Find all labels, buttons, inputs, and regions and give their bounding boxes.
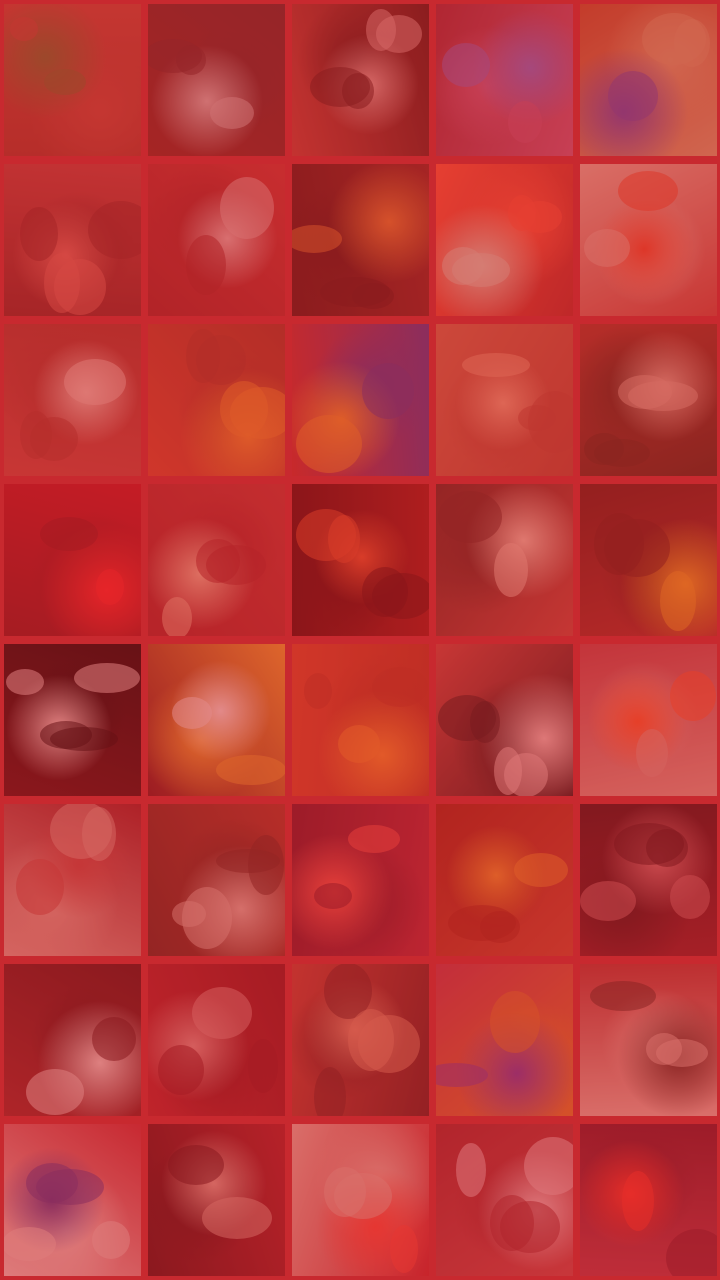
photo-tile-car-door-handle <box>148 964 285 1116</box>
photo-tile-grated-carrots <box>436 804 573 956</box>
photo-image <box>590 981 708 1067</box>
photo-tile-colorful-umbrella <box>436 964 573 1116</box>
photo-tile-child-in-box <box>292 1124 429 1276</box>
photo-tile-flower-window-box <box>148 164 285 316</box>
photo-image <box>16 804 116 915</box>
photo-image <box>296 363 414 473</box>
photo-tile-baby-hand <box>4 324 141 476</box>
photo-tile-child-with-bucket <box>580 164 717 316</box>
photo-tile-car-key-door <box>436 644 573 796</box>
photo-tile-coffee-cup <box>4 964 141 1116</box>
photo-tile-xylophone-toy <box>292 324 429 476</box>
photo-image <box>162 539 266 636</box>
photo-tile-pansy-flowers <box>436 4 573 156</box>
photo-image <box>584 171 678 267</box>
photo-image <box>4 1163 130 1261</box>
photo-tile-boxer-dog <box>4 164 141 316</box>
photo-image <box>442 195 562 287</box>
photo-tile-deckchair-on-beach <box>580 644 717 796</box>
photo-tile-child-face <box>436 484 573 636</box>
photo-image <box>314 964 420 1116</box>
photo-tile-coins-and-compass <box>292 964 429 1116</box>
photo-tile-red-flowers <box>4 484 141 636</box>
photo-image <box>40 517 124 605</box>
photo-tile-basketball-hoop <box>580 1124 717 1276</box>
photo-image <box>10 17 86 95</box>
photo-tile-yellow-dandelions <box>580 484 717 636</box>
photo-image <box>148 39 254 129</box>
photo-tile-two-children-smiling <box>148 484 285 636</box>
photo-image <box>310 9 422 109</box>
photo-tile-daisy-flower <box>148 644 285 796</box>
photo-tile-orange-peppers <box>148 324 285 476</box>
photo-tile-pressure-gauge <box>148 1124 285 1276</box>
photo-collage-grid <box>0 0 720 1280</box>
photo-image <box>448 853 568 943</box>
photo-image <box>462 353 573 453</box>
photo-image <box>314 825 400 909</box>
photo-tile-donkey-on-road <box>292 4 429 156</box>
photo-image <box>20 201 141 315</box>
photo-image <box>324 1167 418 1273</box>
photo-tile-child-striped-chairs <box>4 1124 141 1276</box>
photo-image <box>6 663 140 751</box>
photo-tile-oranges <box>292 644 429 796</box>
photo-image <box>158 987 278 1095</box>
photo-image <box>442 43 542 143</box>
photo-image <box>20 359 126 461</box>
photo-image <box>172 697 285 785</box>
photo-image <box>168 1145 272 1239</box>
photo-tile-sleeping-baby <box>580 804 717 956</box>
photo-tile-bread-loaf <box>436 324 573 476</box>
photo-image <box>580 823 710 921</box>
photo-tile-dog-in-grass <box>148 804 285 956</box>
photo-image <box>186 177 274 295</box>
photo-tile-halloween-pumpkin <box>292 164 429 316</box>
photo-image <box>172 835 284 949</box>
photo-tile-fire-flames <box>292 484 429 636</box>
photo-image <box>292 225 394 309</box>
photo-tile-piano-keys <box>4 644 141 796</box>
photo-image <box>186 329 285 439</box>
photo-tile-red-grid-window <box>292 804 429 956</box>
photo-tile-tent-on-grass <box>580 4 717 156</box>
photo-image <box>26 1017 136 1115</box>
photo-image <box>296 509 429 619</box>
photo-tile-boat-on-sea <box>4 804 141 956</box>
photo-image <box>456 1137 573 1253</box>
photo-image <box>436 991 540 1087</box>
photo-image <box>608 13 710 121</box>
photo-tile-dartboard <box>436 164 573 316</box>
photo-image <box>594 513 696 631</box>
photo-tile-pony <box>580 324 717 476</box>
photo-tile-two-children-walking <box>4 4 141 156</box>
photo-image <box>304 667 428 763</box>
photo-tile-waterfall-cliff <box>148 4 285 156</box>
photo-image <box>438 695 548 796</box>
photo-image <box>622 1171 717 1276</box>
photo-image <box>438 491 528 597</box>
photo-tile-horse-rider <box>580 964 717 1116</box>
photo-image <box>636 671 716 777</box>
photo-image <box>584 375 698 467</box>
photo-tile-succulent-plant <box>436 1124 573 1276</box>
